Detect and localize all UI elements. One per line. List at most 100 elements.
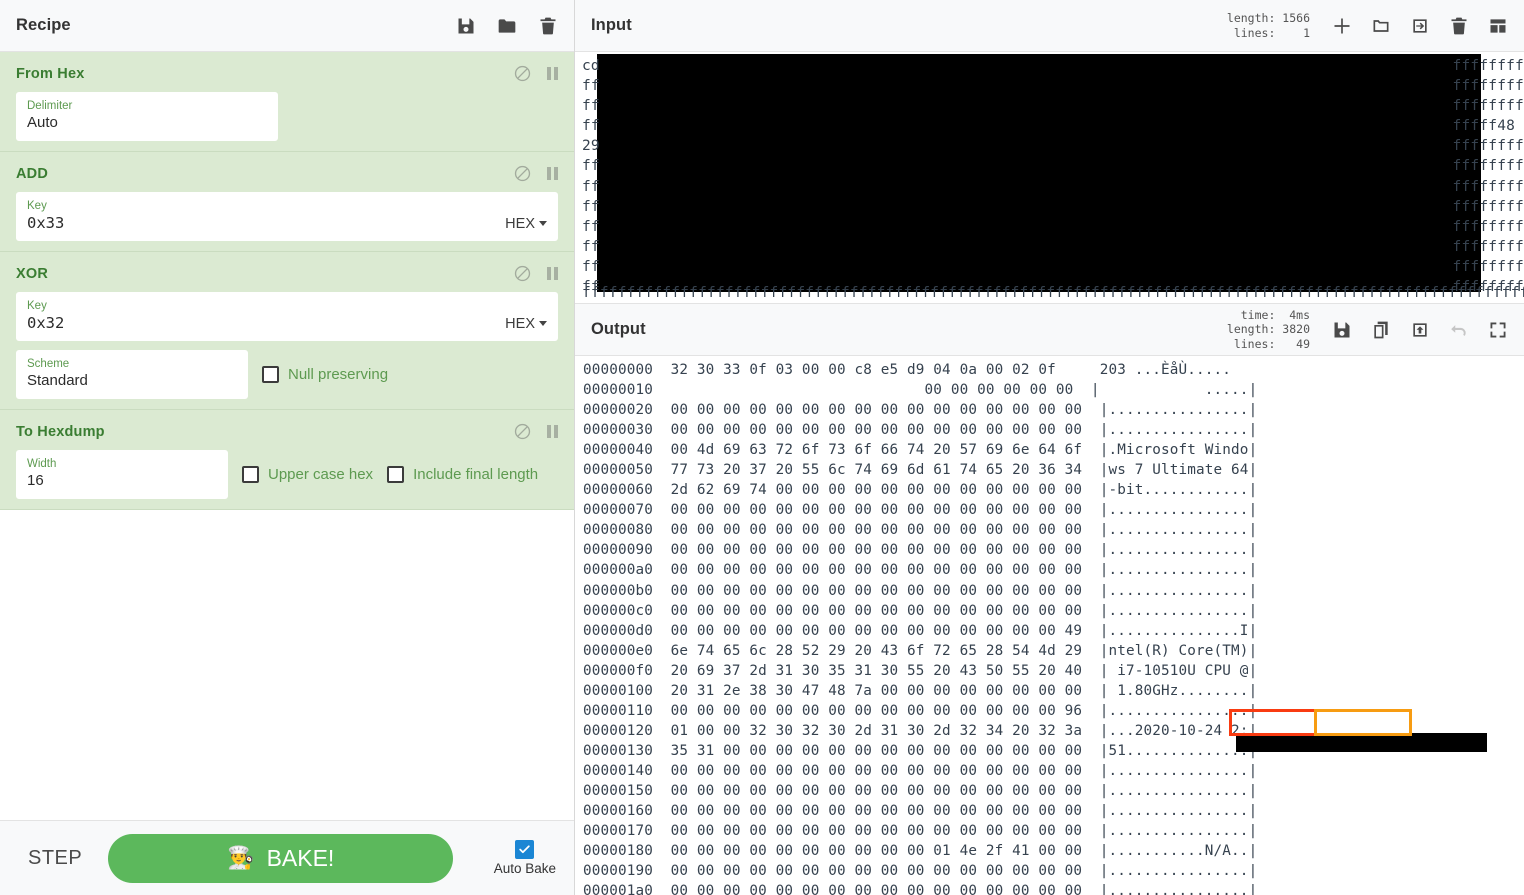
input-overflow-row: ffffffffffffffffffffffffffffffffffffffff… bbox=[582, 284, 1524, 301]
operation-title: ADD bbox=[16, 165, 49, 182]
operation-title: XOR bbox=[16, 265, 49, 282]
operation-from-hex[interactable]: From Hex Delimiter Auto bbox=[0, 52, 574, 152]
disable-operation-icon[interactable] bbox=[514, 265, 531, 282]
operation-controls bbox=[514, 423, 558, 440]
hexdump-width-value[interactable]: 16 bbox=[27, 471, 217, 491]
pause-operation-icon[interactable] bbox=[547, 425, 558, 438]
xor-scheme-label: Scheme bbox=[27, 358, 70, 370]
disable-operation-icon[interactable] bbox=[514, 423, 531, 440]
open-file-as-input-icon[interactable] bbox=[1410, 16, 1430, 36]
xor-scheme-value[interactable]: Standard bbox=[27, 371, 237, 391]
operation-controls bbox=[514, 265, 558, 282]
include-final-length-label: Include final length bbox=[413, 466, 539, 483]
save-output-icon[interactable] bbox=[1332, 320, 1352, 340]
highlight-length-bytes bbox=[1314, 709, 1412, 736]
null-preserving-checkbox[interactable]: Null preserving bbox=[262, 366, 388, 383]
copy-output-icon[interactable] bbox=[1371, 320, 1391, 340]
input-title-bar: Input length: 1566 lines: 1 bbox=[575, 0, 1524, 52]
delimiter-value[interactable]: Auto bbox=[27, 113, 267, 133]
xor-key-type-select[interactable]: HEX bbox=[491, 316, 547, 333]
check-icon bbox=[519, 845, 531, 854]
operation-header: ADD bbox=[0, 152, 574, 192]
operation-arguments: Delimiter Auto bbox=[0, 92, 574, 141]
pause-operation-icon[interactable] bbox=[547, 167, 558, 180]
recipe-title-icons bbox=[456, 16, 558, 36]
chevron-down-icon bbox=[539, 221, 547, 226]
add-key-field[interactable]: Key 0x33 HEX bbox=[16, 192, 558, 241]
recipe-pane: Recipe From Hex Delimiter Auto ADD Key 0… bbox=[0, 0, 575, 895]
bake-button[interactable]: 👨‍🍳 BAKE! bbox=[108, 833, 454, 883]
auto-bake-toggle[interactable]: Auto Bake bbox=[494, 840, 556, 876]
io-pane: Input length: 1566 lines: 1 cd ff ff ff … bbox=[575, 0, 1524, 895]
pause-operation-icon[interactable] bbox=[547, 67, 558, 80]
xor-key-value[interactable]: 0x32 bbox=[27, 313, 491, 333]
bake-label: BAKE! bbox=[266, 844, 335, 871]
output-stats: time: 4ms length: 3820 lines: 49 bbox=[1226, 307, 1310, 351]
reset-pane-layout-icon[interactable] bbox=[1488, 16, 1508, 36]
disable-operation-icon[interactable] bbox=[514, 165, 531, 182]
add-key-type-select[interactable]: HEX bbox=[491, 216, 547, 233]
null-preserving-label: Null preserving bbox=[288, 366, 389, 383]
add-key-label: Key bbox=[27, 200, 47, 212]
operation-arguments-secondary: Scheme Standard Null preserving bbox=[0, 350, 574, 399]
operation-controls bbox=[514, 65, 558, 82]
output-toolbar bbox=[1332, 320, 1508, 340]
operation-arguments: Key 0x33 HEX bbox=[0, 192, 574, 241]
operation-xor[interactable]: XOR Key 0x32 HEX Scheme Standard Null pr… bbox=[0, 252, 574, 410]
delimiter-field[interactable]: Delimiter Auto bbox=[16, 92, 278, 141]
chevron-down-icon bbox=[539, 321, 547, 326]
auto-bake-checkbox[interactable] bbox=[515, 840, 535, 859]
input-right-column: ffffffff ffffffff ffffffff fffff48 fffff… bbox=[1452, 58, 1524, 296]
operation-arguments: Key 0x32 HEX bbox=[0, 292, 574, 341]
redaction-block-row1-hex bbox=[1236, 733, 1487, 752]
checkbox-box[interactable] bbox=[262, 366, 279, 383]
operation-add[interactable]: ADD Key 0x33 HEX bbox=[0, 152, 574, 252]
xor-key-field[interactable]: Key 0x32 HEX bbox=[16, 292, 558, 341]
hexdump-width-label: Width bbox=[27, 458, 57, 470]
operation-header: From Hex bbox=[0, 52, 574, 92]
recipe-operation-list[interactable]: From Hex Delimiter Auto ADD Key 0x33 HEX… bbox=[0, 52, 574, 510]
operation-to-hexdump[interactable]: To Hexdump Width 16 Upper case hex Inclu… bbox=[0, 410, 574, 510]
add-key-value[interactable]: 0x33 bbox=[27, 213, 491, 233]
upper-case-hex-label: Upper case hex bbox=[268, 466, 374, 483]
input-toolbar bbox=[1332, 16, 1508, 36]
cyberchef-app: Recipe From Hex Delimiter Auto ADD Key 0… bbox=[0, 0, 1524, 895]
load-recipe-icon[interactable] bbox=[497, 16, 517, 36]
xor-key-label: Key bbox=[27, 300, 47, 312]
recipe-controls-bar: STEP 👨‍🍳 BAKE! Auto Bake bbox=[0, 820, 574, 895]
checkbox-box[interactable] bbox=[242, 466, 259, 483]
checkbox-box[interactable] bbox=[387, 466, 405, 483]
save-recipe-icon[interactable] bbox=[456, 16, 476, 36]
operation-arguments: Width 16 Upper case hex Include final le… bbox=[0, 450, 574, 499]
add-input-tab-icon[interactable] bbox=[1332, 16, 1352, 36]
chef-icon: 👨‍🍳 bbox=[227, 845, 255, 870]
operation-title: From Hex bbox=[16, 65, 85, 82]
operation-header: To Hexdump bbox=[0, 410, 574, 450]
undo-icon[interactable] bbox=[1449, 320, 1469, 340]
input-title: Input bbox=[591, 16, 632, 34]
include-final-length-checkbox[interactable]: Include final length bbox=[387, 466, 538, 483]
upper-case-hex-checkbox[interactable]: Upper case hex bbox=[242, 466, 373, 483]
open-folder-icon[interactable] bbox=[1371, 16, 1391, 36]
hexdump-text: 00000000 32 30 33 0f 03 00 00 c8 e5 d9 0… bbox=[583, 362, 1258, 895]
clear-input-icon[interactable] bbox=[1449, 16, 1469, 36]
clear-recipe-icon[interactable] bbox=[538, 16, 558, 36]
recipe-empty-area[interactable] bbox=[0, 510, 574, 820]
hexdump-width-field[interactable]: Width 16 bbox=[16, 450, 228, 499]
step-button[interactable]: STEP bbox=[18, 847, 108, 870]
replace-input-with-output-icon[interactable] bbox=[1410, 320, 1430, 340]
input-stats: length: 1566 lines: 1 bbox=[1226, 11, 1310, 40]
maximise-output-icon[interactable] bbox=[1488, 320, 1508, 340]
pause-operation-icon[interactable] bbox=[547, 267, 558, 280]
recipe-title: Recipe bbox=[16, 16, 71, 34]
output-title-bar: Output time: 4ms length: 3820 lines: 49 bbox=[575, 304, 1524, 356]
output-hexdump[interactable]: 00000000 32 30 33 0f 03 00 00 c8 e5 d9 0… bbox=[575, 356, 1524, 895]
xor-scheme-field[interactable]: Scheme Standard bbox=[16, 350, 248, 399]
input-textarea[interactable]: cd ff ff ff 29 ff ff ff ff ff ff ff ffff… bbox=[575, 52, 1524, 303]
recipe-title-bar: Recipe bbox=[0, 0, 574, 52]
disable-operation-icon[interactable] bbox=[514, 65, 531, 82]
output-title: Output bbox=[591, 320, 646, 338]
input-redaction-overlay bbox=[597, 54, 1481, 292]
add-key-type-label: HEX bbox=[505, 216, 535, 232]
operation-title: To Hexdump bbox=[16, 423, 105, 440]
